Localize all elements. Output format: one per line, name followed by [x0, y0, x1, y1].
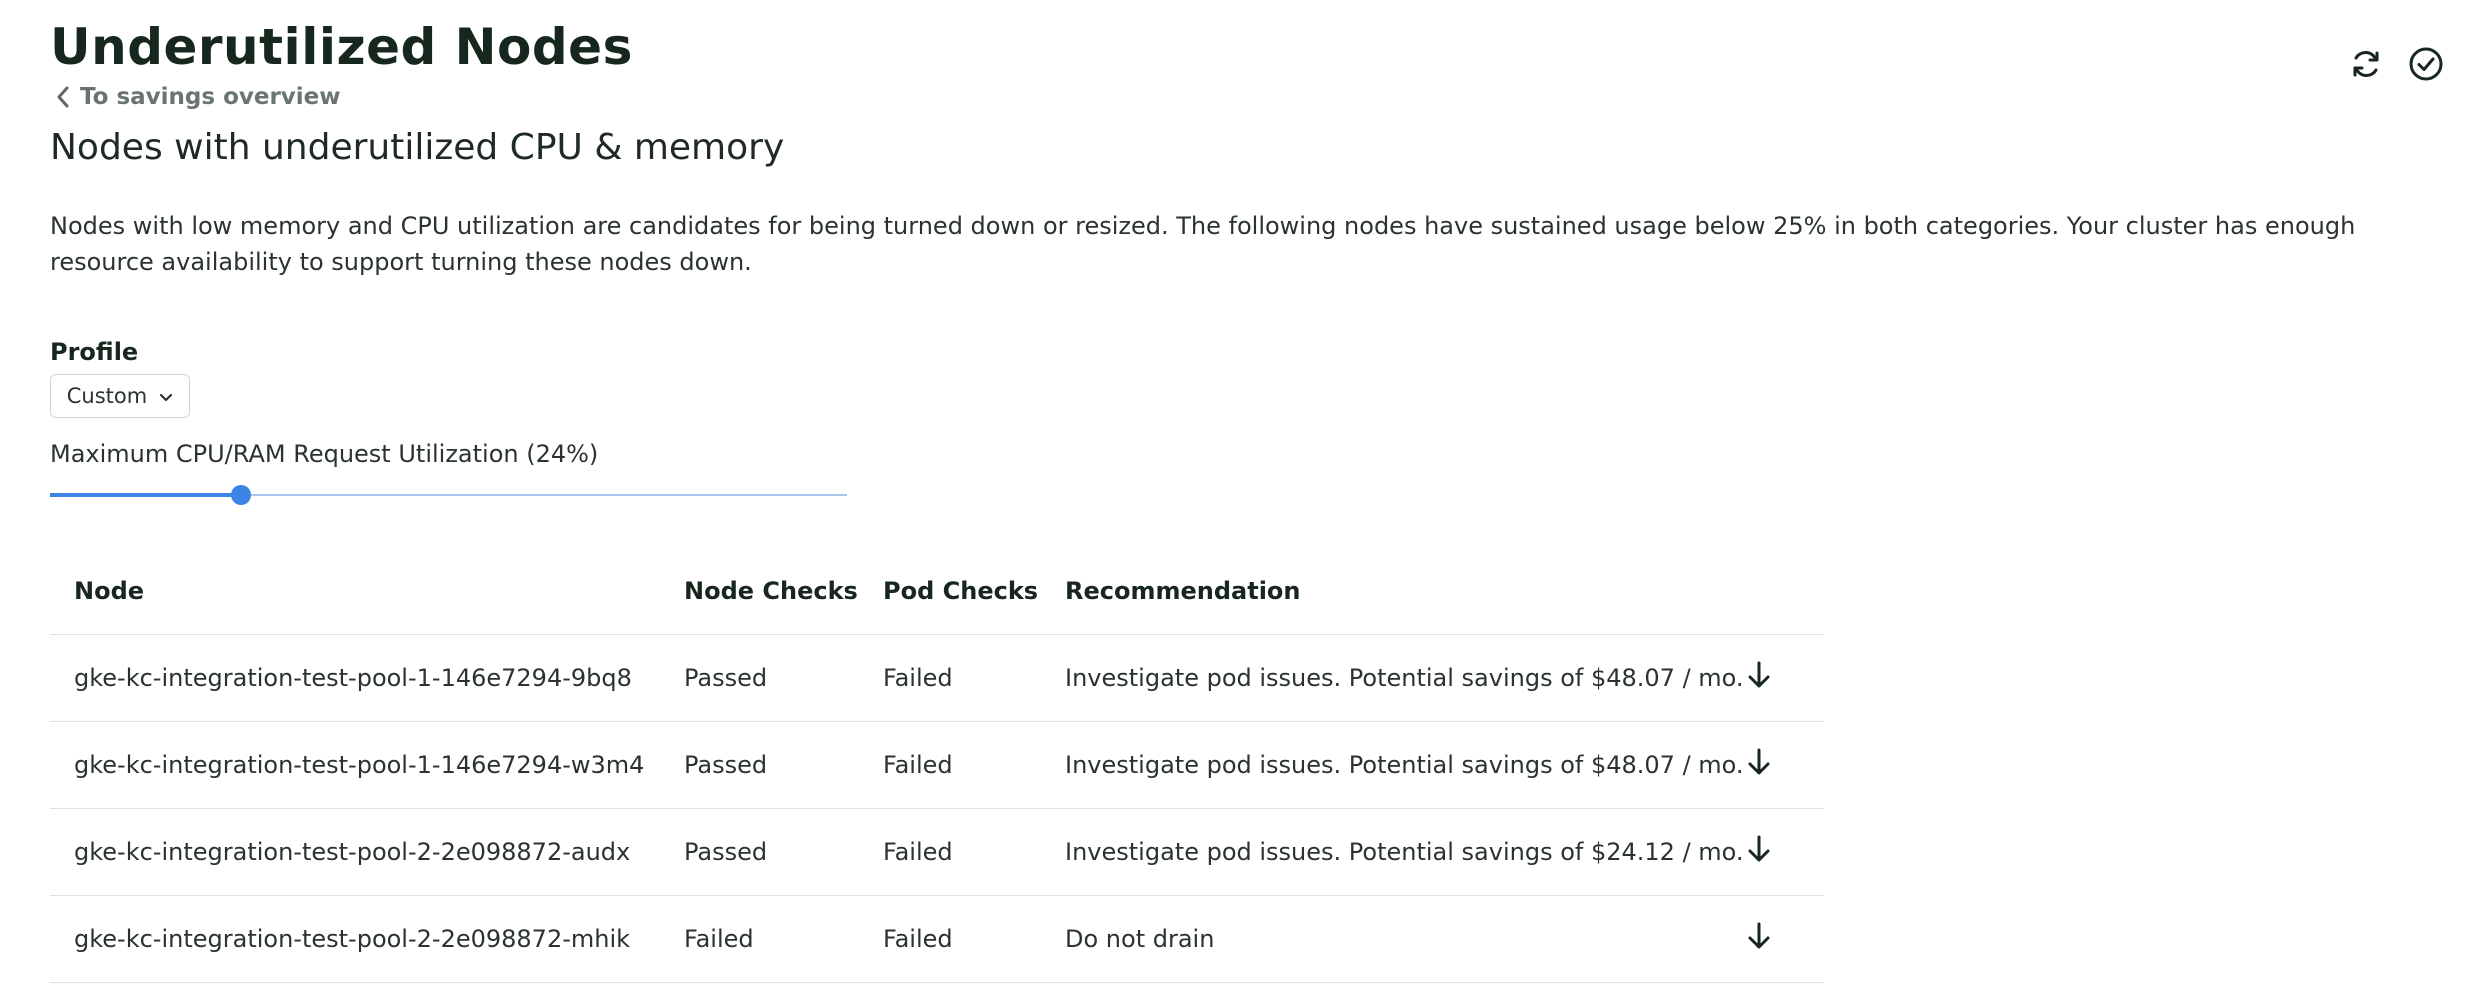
column-header-pod-checks[interactable]: Pod Checks	[859, 548, 1041, 635]
expand-cell	[1745, 634, 1824, 722]
table-row[interactable]: gke-kc-integration-test-pool-1-146e7294-…	[50, 634, 1824, 722]
table-header-row: Node Node Checks Pod Checks Recommendati…	[50, 548, 1824, 635]
pod-checks-cell: Failed	[859, 808, 1041, 896]
table-row[interactable]: gke-kc-integration-test-pool-2-2e098872-…	[50, 808, 1824, 896]
node-name-cell: gke-kc-integration-test-pool-2-2e098872-…	[50, 808, 660, 896]
node-name-cell: gke-kc-integration-test-pool-1-146e7294-…	[50, 634, 660, 722]
refresh-button[interactable]	[2346, 46, 2386, 86]
profile-label: Profile	[50, 338, 139, 366]
slider-fill	[50, 493, 242, 497]
recommendation-cell: Investigate pod issues. Potential saving…	[1041, 634, 1745, 722]
page-title: Underutilized Nodes	[50, 18, 633, 76]
section-subtitle: Nodes with underutilized CPU & memory	[50, 127, 785, 168]
profile-selected-value: Custom	[66, 384, 148, 408]
table-row[interactable]: gke-kc-integration-test-pool-2-2e098872-…	[50, 895, 1824, 983]
node-checks-cell: Passed	[660, 808, 859, 896]
arrow-down-icon[interactable]	[1745, 834, 1773, 864]
node-checks-cell: Failed	[660, 895, 859, 983]
table-row[interactable]: gke-kc-integration-test-pool-1-146e7294-…	[50, 721, 1824, 809]
back-to-savings-link[interactable]: To savings overview	[56, 84, 341, 110]
node-name-cell: gke-kc-integration-test-pool-1-146e7294-…	[50, 721, 660, 809]
pod-checks-cell: Failed	[859, 721, 1041, 809]
top-actions	[2346, 46, 2446, 86]
description-text: Nodes with low memory and CPU utilizatio…	[50, 212, 2356, 276]
arrow-down-icon[interactable]	[1745, 660, 1773, 690]
back-link-label: To savings overview	[80, 84, 341, 110]
chevron-down-icon	[159, 384, 173, 408]
recommendation-cell: Do not drain	[1041, 895, 1745, 983]
pod-checks-cell: Failed	[859, 895, 1041, 983]
arrow-down-icon[interactable]	[1745, 747, 1773, 777]
recommendation-cell: Investigate pod issues. Potential saving…	[1041, 808, 1745, 896]
pod-checks-cell: Failed	[859, 634, 1041, 722]
confirm-button[interactable]	[2406, 46, 2446, 86]
column-header-node-checks[interactable]: Node Checks	[660, 548, 859, 635]
slider-label: Maximum CPU/RAM Request Utilization (24%…	[50, 440, 599, 468]
check-circle-icon	[2408, 46, 2444, 86]
utilization-slider[interactable]	[50, 482, 847, 508]
chevron-left-icon	[56, 86, 70, 108]
expand-cell	[1745, 808, 1824, 896]
slider-thumb[interactable]	[231, 485, 252, 505]
node-checks-cell: Passed	[660, 634, 859, 722]
column-header-node[interactable]: Node	[50, 548, 660, 635]
expand-cell	[1745, 721, 1824, 809]
column-header-recommendation[interactable]: Recommendation	[1041, 548, 1745, 635]
node-name-cell: gke-kc-integration-test-pool-2-2e098872-…	[50, 895, 660, 983]
expand-cell	[1745, 895, 1824, 983]
arrow-down-icon[interactable]	[1745, 921, 1773, 951]
refresh-icon	[2349, 47, 2383, 85]
recommendation-cell: Investigate pod issues. Potential saving…	[1041, 721, 1745, 809]
node-checks-cell: Passed	[660, 721, 859, 809]
profile-select[interactable]: Custom	[50, 374, 190, 418]
nodes-table: Node Node Checks Pod Checks Recommendati…	[50, 548, 1824, 983]
column-header-actions	[1745, 548, 1824, 635]
